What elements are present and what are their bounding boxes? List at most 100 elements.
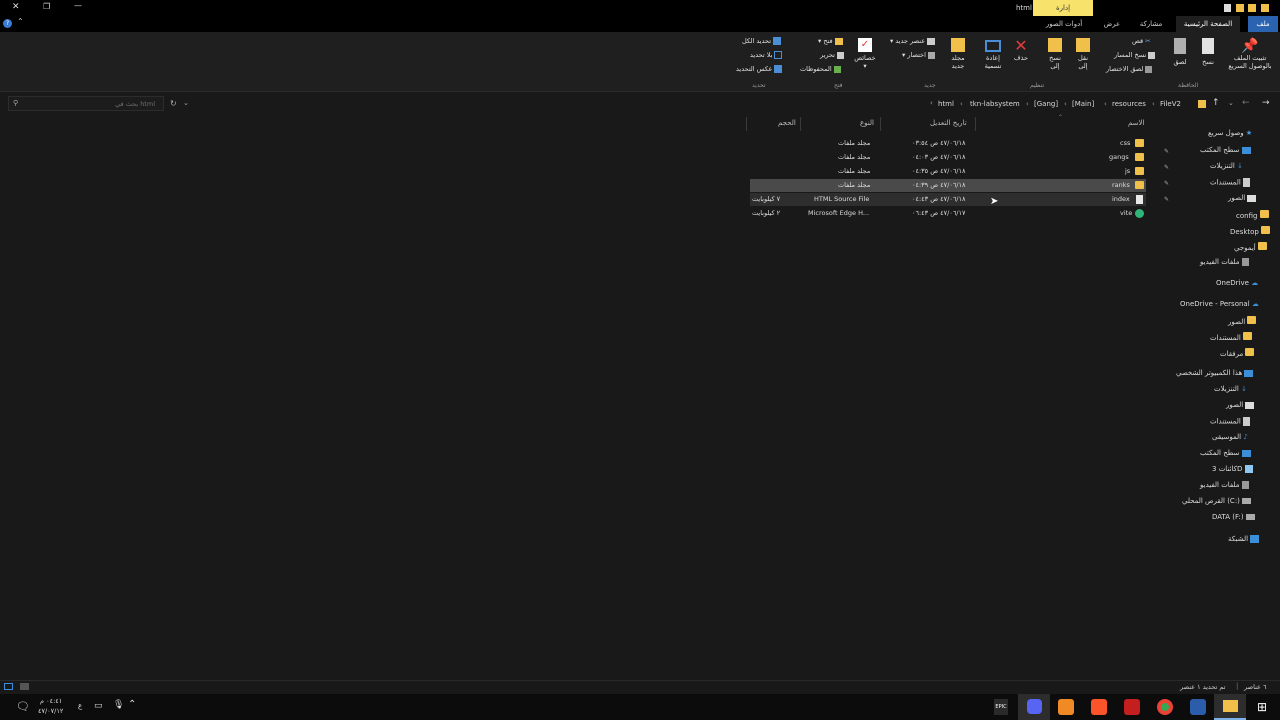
breadcrumb-html[interactable]: html <box>938 100 954 108</box>
help-icon[interactable]: ? <box>3 19 12 28</box>
nav-pc-videos[interactable]: ملفات الفيديو <box>1200 481 1249 489</box>
nav-item-desktop-folder[interactable]: Desktop <box>1230 226 1271 236</box>
notification-icon[interactable]: 🗨 <box>16 700 30 713</box>
file-row-gangs[interactable]: gangs ٤٧/٠٦/١٨ ص ٠٤:٠٣ مجلد ملفات <box>750 151 1146 164</box>
nav-od-pictures[interactable]: الصور <box>1228 316 1257 326</box>
file-row-js[interactable]: js ٤٧/٠٦/١٨ ص ٠٤:٣٥ مجلد ملفات <box>750 165 1146 178</box>
nav-network[interactable]: الشبكة <box>1228 535 1260 543</box>
input-language[interactable]: ع <box>78 702 82 710</box>
invert-selection-button[interactable]: عكس التحديد <box>736 65 783 74</box>
column-divider[interactable] <box>975 117 976 131</box>
clock-time[interactable]: ٠٤:٤١ م <box>40 697 62 705</box>
pin-quick-access-button[interactable]: 📌 تثبيت الملف بالوصول السريع <box>1222 38 1278 70</box>
column-header-name[interactable]: الاسم <box>1128 119 1144 127</box>
minimize-icon[interactable]: — <box>74 1 82 10</box>
search-input[interactable]: ⚲ بحث في html <box>8 96 164 111</box>
cut-button[interactable]: قص ✂ <box>1132 37 1151 46</box>
network-tray-icon[interactable]: ▭ <box>94 701 103 711</box>
nav-this-pc[interactable]: هذا الكمبيوتر الشخصي <box>1176 369 1254 377</box>
select-none-button[interactable]: بلا تحديد <box>750 51 783 60</box>
copy-to-button[interactable]: نسخ إلى <box>1044 38 1066 70</box>
restore-icon[interactable]: ❐ <box>43 2 50 11</box>
tab-home[interactable]: الصفحة الرئيسية <box>1176 16 1240 32</box>
nav-quick-access[interactable]: وصول سريع ★ <box>1208 129 1252 137</box>
file-row-vite[interactable]: vite ٤٧/٠٦/١٧ ص ٠٦:٤٣ Microsoft Edge H..… <box>750 207 1146 220</box>
pin-icon[interactable]: ✎ <box>1164 148 1169 155</box>
breadcrumb-resources[interactable]: resources <box>1112 100 1146 108</box>
easy-access-button[interactable]: ▾ اختصار <box>902 51 935 60</box>
chevron-up-icon[interactable]: ⌃ <box>17 17 24 26</box>
show-hidden-icons-icon[interactable]: ⌃ <box>128 699 136 710</box>
nav-pc-downloads[interactable]: التنزيلات ↓ <box>1214 385 1247 393</box>
edit-button[interactable]: تحرير <box>820 51 845 60</box>
folder-icon[interactable] <box>1248 3 1257 12</box>
open-button[interactable]: ▾ فتح <box>818 37 843 46</box>
nav-item-pictures[interactable]: الصور <box>1228 194 1257 202</box>
properties-icon[interactable] <box>1224 3 1231 12</box>
tab-share[interactable]: مشاركة <box>1134 16 1168 32</box>
nav-item-desktop[interactable]: سطح المكتب <box>1200 146 1251 154</box>
forward-arrow-icon[interactable]: ← <box>1242 98 1250 108</box>
file-explorer-taskbar-icon[interactable] <box>1214 694 1246 720</box>
nav-pc-desktop[interactable]: سطح المكتب <box>1200 449 1251 457</box>
nav-pc-music[interactable]: الموسيقى ♪ <box>1212 433 1248 441</box>
tab-file[interactable]: ملف <box>1248 16 1278 32</box>
column-divider[interactable] <box>746 117 747 131</box>
nav-item-emoji[interactable]: أيموجي <box>1234 242 1267 252</box>
tab-view[interactable]: عرض <box>1098 16 1126 32</box>
nav-item-documents[interactable]: المستندات <box>1210 178 1251 187</box>
nav-pc-data-f[interactable]: DATA (F:) <box>1212 513 1255 521</box>
column-divider[interactable] <box>880 117 881 131</box>
breadcrumb-main[interactable]: [Main] <box>1072 100 1094 108</box>
nav-pc-local-disk-c[interactable]: القرص المحلي (C:) <box>1182 497 1252 505</box>
nav-item-config[interactable]: config <box>1236 210 1269 220</box>
nav-pc-pictures[interactable]: الصور <box>1226 401 1255 409</box>
file-row-css[interactable]: css ٤٧/٠٦/١٨ ص ٠٣:٥٤ مجلد ملفات <box>750 137 1146 150</box>
recent-dropdown-icon[interactable]: ⌄ <box>1228 99 1234 107</box>
up-arrow-icon[interactable]: ↑ <box>1212 98 1220 108</box>
back-arrow-icon[interactable]: → <box>1262 98 1270 108</box>
delete-button[interactable]: ✕ حذف <box>1010 38 1032 63</box>
chrome-icon[interactable] <box>1157 699 1173 715</box>
copy-button[interactable]: نسخ <box>1196 38 1220 66</box>
nav-onedrive-personal[interactable]: OneDrive - Personal ☁ <box>1180 300 1259 308</box>
tab-picture-tools[interactable]: أدوات الصور <box>1040 16 1088 32</box>
nav-pc-3d-objects[interactable]: كائنات 3D <box>1212 465 1253 473</box>
nav-od-documents[interactable]: المستندات <box>1210 332 1253 342</box>
breadcrumb-dropdown-icon[interactable]: ‹ <box>930 99 933 107</box>
pin-icon[interactable]: ✎ <box>1164 180 1169 187</box>
move-to-button[interactable]: نقل إلى <box>1072 38 1094 70</box>
breadcrumb-tkn-labsystem[interactable]: tkn-labsystem <box>970 100 1020 108</box>
epic-games-icon[interactable]: EPIC <box>994 699 1008 715</box>
paste-button[interactable]: لصق <box>1168 38 1192 66</box>
discord-icon[interactable] <box>1018 694 1050 720</box>
history-button[interactable]: المحفوظات <box>800 65 841 74</box>
breadcrumb-gang[interactable]: [Gang] <box>1034 100 1058 108</box>
nav-item-videos[interactable]: ملفات الفيديو <box>1200 258 1249 266</box>
details-view-icon[interactable] <box>4 683 13 690</box>
breadcrumb-filev2[interactable]: FileV2 <box>1160 100 1181 108</box>
nav-onedrive[interactable]: OneDrive ☁ <box>1216 279 1258 287</box>
app-orange-icon[interactable] <box>1058 699 1074 715</box>
column-header-size[interactable]: الحجم <box>778 119 796 127</box>
close-icon[interactable]: ✕ <box>12 2 20 12</box>
rename-button[interactable]: إعادة تسمية <box>980 38 1006 70</box>
pin-icon[interactable]: ✎ <box>1164 196 1169 203</box>
column-divider[interactable] <box>800 117 801 131</box>
windows-start-icon[interactable]: ⊞ <box>1257 700 1267 714</box>
clock-date[interactable]: ٤٧/٠٧/١٢ <box>38 707 63 715</box>
new-item-button[interactable]: ▾ عنصر جديد <box>890 37 936 46</box>
microphone-icon[interactable]: 🎙 <box>113 700 124 710</box>
file-row-ranks[interactable]: ranks ٤٧/٠٦/١٨ ص ٠٤:٣٩ مجلد ملفات <box>750 179 1146 192</box>
brave-icon[interactable] <box>1091 699 1107 715</box>
paste-shortcut-button[interactable]: لصق الاختصار <box>1106 65 1153 74</box>
column-header-type[interactable]: النوع <box>860 119 874 127</box>
quick-access-toolbar[interactable] <box>1222 3 1274 13</box>
copy-path-button[interactable]: نسخ المسار <box>1114 51 1156 60</box>
nav-pc-documents[interactable]: المستندات <box>1210 417 1251 426</box>
nav-item-downloads[interactable]: التنزيلات ↓ <box>1210 162 1243 170</box>
large-icons-view-icon[interactable] <box>20 683 29 690</box>
context-tab-manage[interactable]: إدارة <box>1033 0 1093 16</box>
refresh-icon[interactable]: ↻ <box>170 99 177 108</box>
column-header-modified[interactable]: تاريخ التعديل <box>930 119 967 127</box>
